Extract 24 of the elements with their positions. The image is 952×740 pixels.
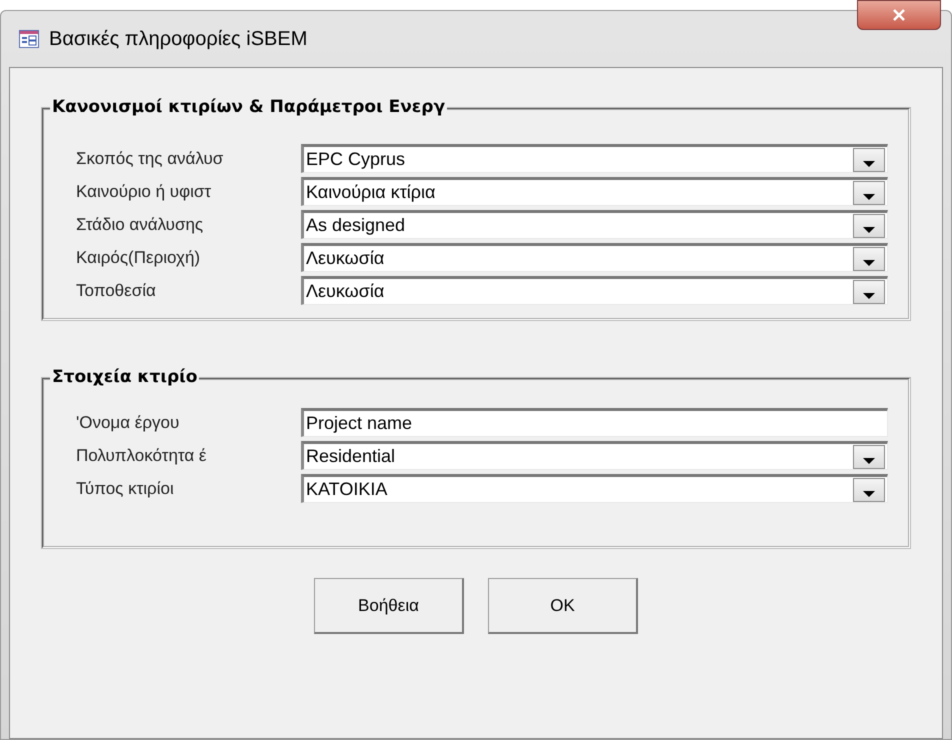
dropdown[interactable]: ΚΑΤΟΙΚΙΑ [301,474,888,503]
dialog-button[interactable]: OK [488,578,638,634]
close-icon [892,9,906,21]
field-label: Πολυπλοκότητα έ [76,446,208,466]
dropdown[interactable]: Residential [301,441,888,470]
field-label: Καιρός(Περιοχή) [76,248,202,268]
window-title: Βασικές πληροφορίες iSBEM [49,28,308,50]
input-field[interactable]: Project name [301,408,888,437]
group-title: Κανονισμοί κτιρίων & Παράμετροι Ενεργ [50,97,448,117]
form-icon [19,30,39,48]
field-label: Τοποθεσία [76,280,157,300]
group-title: Στοιχεία κτιρίο [50,367,200,387]
dropdown[interactable]: EPC Cyprus [301,144,888,173]
dropdown[interactable]: Λευκωσία [301,243,888,272]
field-label: 'Ονομα έργου [76,412,180,432]
field-label: Τύπος κτιρίοι [76,478,175,498]
close-button[interactable] [857,0,941,30]
dropdown[interactable]: As designed [301,210,888,239]
field-label: Σκοπός της ανάλυσ [76,148,224,168]
dropdown[interactable]: Λευκωσία [301,276,888,305]
field-label: Στάδιο ανάλυσης [76,214,204,234]
field-label: Καινούριο ή υφιστ [76,182,212,202]
dropdown[interactable]: Καινούρια κτίρια [301,177,888,206]
dialog-button[interactable]: Βοήθεια [314,578,464,634]
